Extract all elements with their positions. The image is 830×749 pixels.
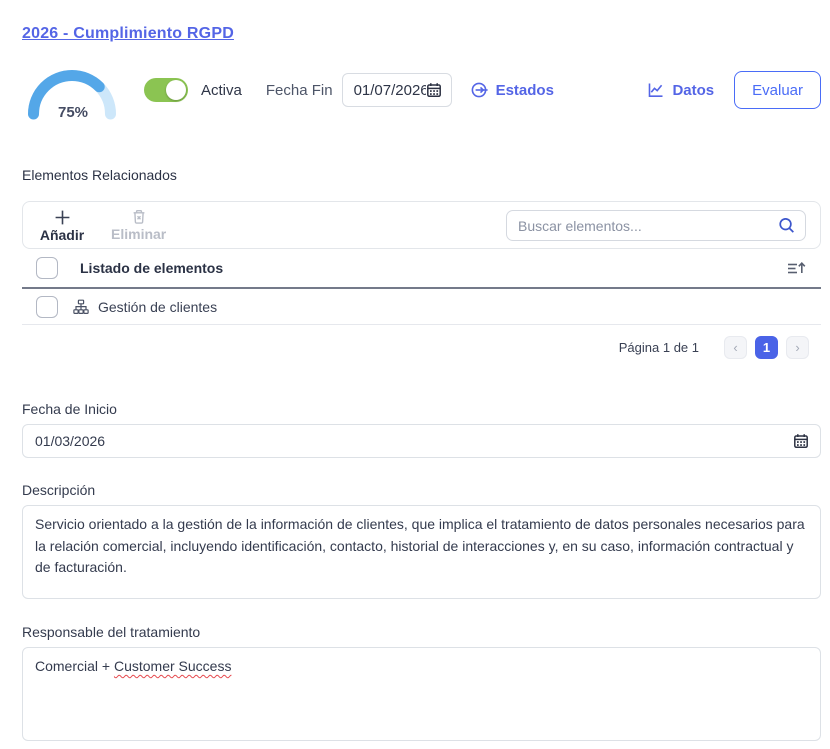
active-toggle[interactable]: [144, 78, 188, 102]
plus-icon: [54, 209, 71, 226]
list-header-label: Listado de elementos: [80, 260, 223, 276]
search-field[interactable]: [506, 210, 806, 241]
descripcion-label: Descripción: [22, 482, 821, 498]
gauge-percent-label: 75%: [58, 104, 88, 121]
fecha-fin-field[interactable]: [342, 73, 452, 107]
sitemap-icon: [73, 299, 89, 315]
row-label: Gestión de clientes: [98, 299, 217, 315]
search-input[interactable]: [518, 218, 777, 234]
responsable-text: Comercial +: [35, 658, 114, 674]
calendar-icon[interactable]: [793, 433, 809, 449]
pagination-page-1-button[interactable]: 1: [755, 336, 778, 359]
responsable-label: Responsable del tratamiento: [22, 624, 821, 640]
delete-button[interactable]: Eliminar: [111, 209, 166, 242]
sort-ascending-icon[interactable]: [787, 259, 807, 277]
select-all-checkbox[interactable]: [36, 257, 58, 279]
arrow-circle-right-icon: [471, 81, 489, 99]
fecha-inicio-field[interactable]: [22, 424, 821, 458]
compliance-detail-page: 2026 - Cumplimiento RGPD 75% Activa Fech…: [0, 0, 830, 749]
progress-gauge: 75%: [22, 58, 122, 122]
estados-link[interactable]: Estados: [471, 81, 554, 99]
descripcion-field-group: Descripción Servicio orientado a la gest…: [22, 482, 821, 602]
evaluar-button[interactable]: Evaluar: [734, 71, 821, 109]
related-toolbar: Añadir Eliminar: [22, 201, 821, 249]
fecha-inicio-label: Fecha de Inicio: [22, 401, 821, 417]
fecha-fin-label: Fecha Fin: [266, 82, 333, 99]
calendar-icon[interactable]: [426, 82, 442, 98]
element-list-header-row: Listado de elementos: [22, 249, 821, 289]
toggle-knob: [166, 80, 186, 100]
descripcion-textarea[interactable]: Servicio orientado a la gestión de la in…: [22, 505, 821, 599]
line-chart-icon: [647, 81, 665, 99]
datos-label: Datos: [672, 82, 714, 99]
pagination-prev-button[interactable]: ‹: [724, 336, 747, 359]
magnifier-icon[interactable]: [777, 216, 796, 235]
add-button-label: Añadir: [40, 227, 84, 243]
page-title-link[interactable]: 2026 - Cumplimiento RGPD: [22, 25, 234, 43]
responsable-text-misspelled: Customer Success: [114, 658, 231, 674]
table-row[interactable]: Gestión de clientes: [22, 289, 821, 325]
add-button[interactable]: Añadir: [39, 209, 85, 243]
responsable-textarea[interactable]: Comercial + Customer Success: [22, 647, 821, 741]
fecha-inicio-field-group: Fecha de Inicio: [22, 401, 821, 458]
related-section-title: Elementos Relacionados: [22, 167, 821, 183]
responsable-field-group: Responsable del tratamiento Comercial + …: [22, 624, 821, 741]
active-toggle-label: Activa: [201, 82, 242, 99]
header-controls-row: 75% Activa Fecha Fin: [22, 57, 821, 123]
fecha-fin-input[interactable]: [354, 82, 426, 99]
pagination: Página 1 de 1 ‹ 1 ›: [22, 325, 821, 369]
datos-link[interactable]: Datos: [647, 81, 714, 99]
row-checkbox[interactable]: [36, 296, 58, 318]
trash-icon: [131, 209, 147, 225]
delete-button-label: Eliminar: [111, 226, 166, 242]
pagination-info: Página 1 de 1: [619, 340, 699, 355]
pagination-next-button[interactable]: ›: [786, 336, 809, 359]
fecha-inicio-input[interactable]: [35, 433, 793, 449]
estados-label: Estados: [496, 82, 554, 99]
